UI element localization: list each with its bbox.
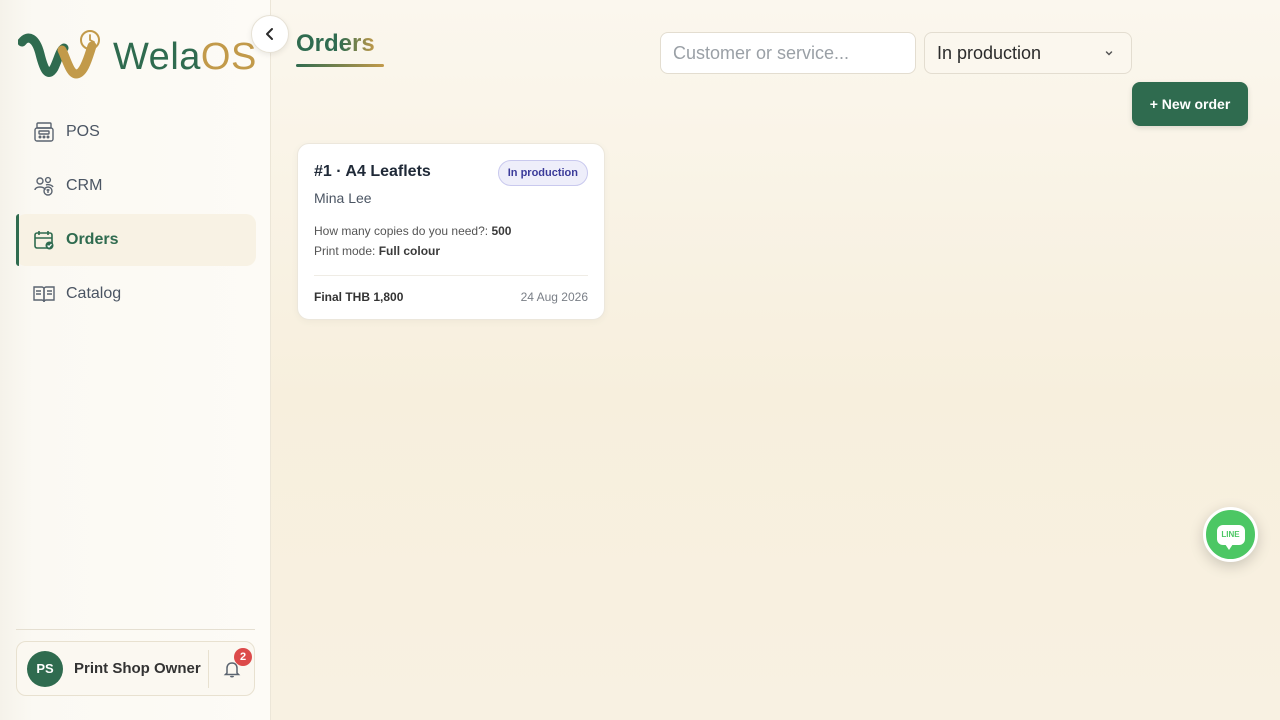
- chevron-left-icon: [266, 28, 273, 40]
- line-chat-button[interactable]: LINE: [1203, 507, 1258, 562]
- card-divider: [314, 275, 588, 276]
- sidebar-divider: [16, 629, 255, 630]
- title-underline: [296, 64, 384, 67]
- sidebar-item-label: POS: [66, 123, 100, 140]
- status-filter-value: In production: [937, 42, 1042, 63]
- order-field: Print mode: Full colour: [314, 244, 440, 258]
- user-name: Print Shop Owner: [74, 660, 201, 677]
- customers-icon: [32, 174, 56, 198]
- order-title: #1 · A4 Leaflets: [314, 163, 431, 180]
- sidebar-nav: POS CRM Orders Catalog: [16, 106, 256, 322]
- search-input[interactable]: [660, 32, 916, 74]
- brand-logo[interactable]: WelaOS: [18, 28, 258, 84]
- order-date: 24 Aug 2026: [520, 290, 588, 304]
- sidebar: WelaOS POS CRM Orders Catalog PS Print S…: [0, 0, 271, 720]
- order-card[interactable]: #1 · A4 Leaflets In production Mina Lee …: [297, 143, 605, 320]
- collapse-sidebar-button[interactable]: [251, 15, 289, 53]
- notifications-button[interactable]: 2: [208, 648, 254, 688]
- order-field: How many copies do you need?: 500: [314, 224, 511, 238]
- order-field-label: How many copies do you need?:: [314, 224, 492, 238]
- sidebar-item-label: Catalog: [66, 285, 122, 302]
- sidebar-item-catalog[interactable]: Catalog: [16, 268, 256, 320]
- page-title: Orders: [296, 30, 375, 57]
- calendar-check-icon: [32, 228, 56, 252]
- catalog-book-icon: [32, 282, 56, 306]
- order-field-value: Full colour: [378, 244, 441, 258]
- order-field-value: 500: [491, 224, 512, 238]
- sidebar-item-orders[interactable]: Orders: [16, 214, 256, 266]
- status-badge: In production: [497, 160, 588, 186]
- order-customer: Mina Lee: [314, 190, 372, 206]
- order-field-label: Print mode:: [314, 244, 379, 258]
- notification-count-badge: 2: [234, 648, 252, 666]
- logo-mark-icon: [18, 30, 100, 79]
- avatar[interactable]: PS: [27, 650, 63, 687]
- status-filter-select[interactable]: In production: [924, 32, 1132, 74]
- order-total: Final THB 1,800: [314, 290, 404, 304]
- sidebar-item-pos[interactable]: POS: [16, 106, 256, 158]
- chevron-down-icon: [1105, 51, 1113, 56]
- line-chat-icon: LINE: [1216, 524, 1245, 550]
- sidebar-item-crm[interactable]: CRM: [16, 160, 256, 212]
- new-order-button[interactable]: + New order: [1132, 82, 1248, 126]
- user-profile[interactable]: PS Print Shop Owner 2: [16, 641, 255, 696]
- cash-register-icon: [32, 120, 56, 144]
- sidebar-item-label: Orders: [66, 231, 119, 248]
- sidebar-item-label: CRM: [66, 177, 103, 194]
- brand-name: WelaOS: [113, 36, 257, 78]
